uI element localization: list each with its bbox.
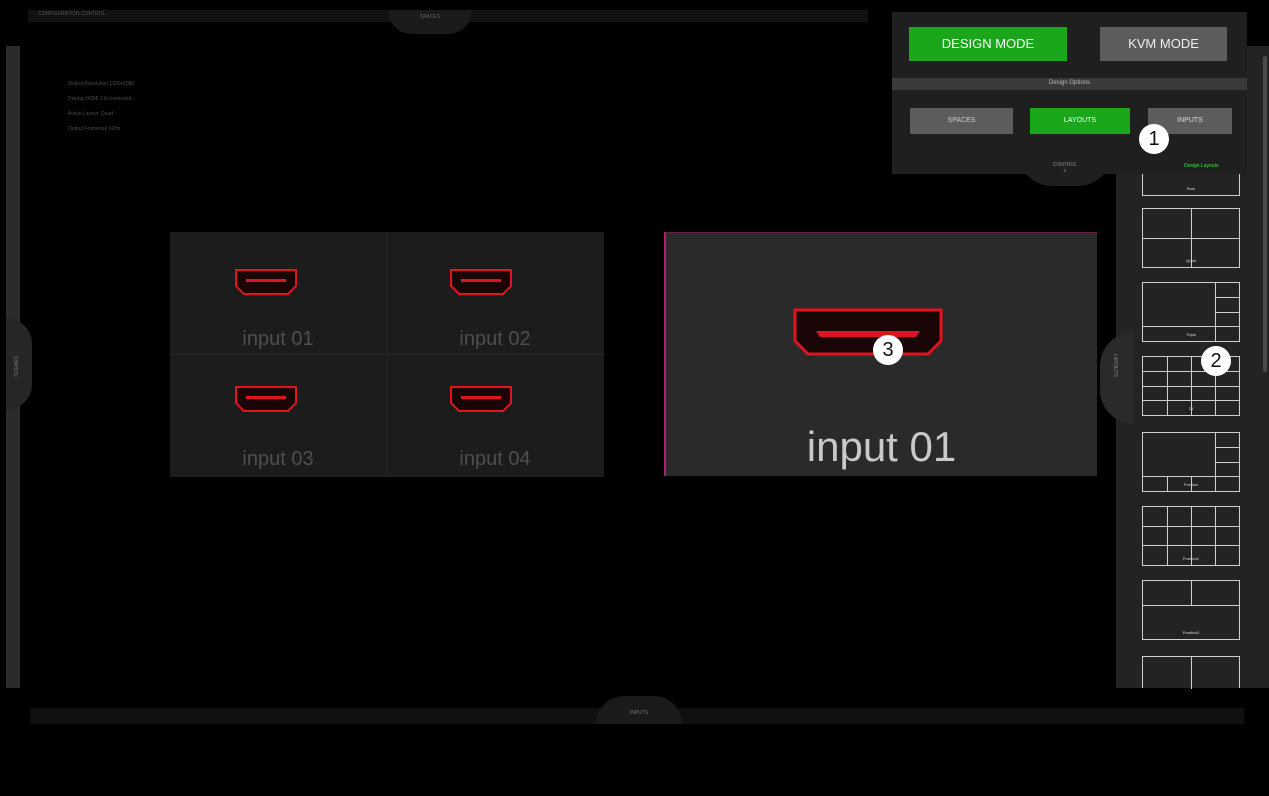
layout-thumb-label: Position [1183,482,1199,487]
thumb-grid-line [1143,545,1239,546]
layouts-tab-label: LAYOUTS [1112,354,1118,377]
top-bar-title: CONFIGURATION CONTROL [38,11,106,17]
hdmi-icon [235,386,297,412]
design-options-label: Design Options [1048,80,1091,86]
hdmi-icon [450,386,512,412]
kvm-mode-button[interactable]: KVM MODE [1100,27,1227,61]
layout-thumb-label: 16 [1188,406,1194,411]
thumb-grid-line [1191,657,1192,689]
thumb-grid-line [1143,326,1239,327]
thumb-grid-line [1143,526,1239,527]
chevron-down-icon: ∨ [1063,168,1067,174]
info-line: Display HDMI 2.0 connected [68,96,132,102]
design-options-header: Design Options [892,78,1247,90]
quad-cell-label: input 02 [459,328,531,350]
layouts-scrollbar[interactable] [1263,56,1267,372]
quad-layout-preview[interactable]: input 01 input 02 input 03 input 04 [170,232,604,477]
layout-thumb-label: Row [1186,186,1195,191]
info-line: Output Resolution 1920x1080 [68,81,135,87]
quad-cell-input-04[interactable]: input 04 [387,355,603,476]
callout-badge-3: 3 [873,335,903,365]
thumb-grid-line [1143,400,1239,401]
thumb-grid-line [1191,581,1192,605]
spaces-tab-label: SPACES [420,14,440,20]
callout-badge-1: 1 [1139,124,1169,154]
layouts-pull-tab[interactable]: LAYOUTS [1100,332,1134,424]
layout-thumb-triple[interactable]: Triple [1142,282,1240,342]
layout-thumb-position2[interactable]: Position2 [1142,506,1240,566]
quad-cell-input-03[interactable]: input 03 [170,355,386,476]
layout-thumb-label: Quad [1186,258,1196,263]
layout-thumb-position3[interactable]: Position3 [1142,580,1240,640]
thumb-grid-line [1143,386,1239,387]
callout-badge-2: 2 [1201,346,1231,376]
info-line: Active Layout: Quad [68,111,114,117]
layout-thumb-label: Position2 [1182,556,1200,561]
design-layouts-label: Design Layouts [1184,163,1219,169]
scenes-tab-label: SCENES [14,356,20,377]
control-pull-tab[interactable]: CONTROL ∨ [1018,152,1112,186]
spaces-pull-tab[interactable]: SPACES [388,10,472,34]
hdmi-icon [235,269,297,295]
hdmi-icon [450,269,512,295]
layouts-button[interactable]: LAYOUTS [1030,108,1130,134]
hdmi-icon [793,308,943,356]
inputs-pull-tab[interactable]: INPUTS [596,696,682,724]
quad-cell-input-02[interactable]: input 02 [387,232,603,353]
app-screen: CONFIGURATION CONTROL SPACES SCENES Outp… [0,0,1269,796]
thumb-grid-line [1143,605,1239,606]
thumb-grid-line [1215,447,1239,448]
scenes-pull-tab[interactable]: SCENES [6,318,32,410]
quad-cell-label: input 03 [242,448,314,470]
thumb-grid-line [1215,462,1239,463]
inputs-tab-label: INPUTS [629,710,649,716]
layout-thumb-position[interactable]: Position [1142,432,1240,492]
quad-cell-input-01[interactable]: input 01 [170,232,386,353]
quad-cell-label: input 01 [242,328,314,350]
layout-thumb-label: Triple [1186,332,1196,337]
info-line: Output Framerate 60Hz [68,126,121,132]
layout-thumb-partial[interactable] [1142,656,1240,689]
control-tab-label: CONTROL ∨ [1018,162,1112,174]
output-info: Output Resolution 1920x1080 Display HDMI… [68,82,134,142]
design-mode-button[interactable]: DESIGN MODE [909,27,1067,61]
layout-thumb-label: Position3 [1182,630,1200,635]
thumb-grid-line [1215,297,1239,298]
spaces-button[interactable]: SPACES [910,108,1013,134]
thumb-grid-line [1143,238,1239,239]
quad-cell-label: input 04 [459,448,531,470]
single-input-label: input 01 [806,423,957,470]
layout-thumb-quad[interactable]: Quad [1142,208,1240,268]
thumb-grid-line [1215,312,1239,313]
